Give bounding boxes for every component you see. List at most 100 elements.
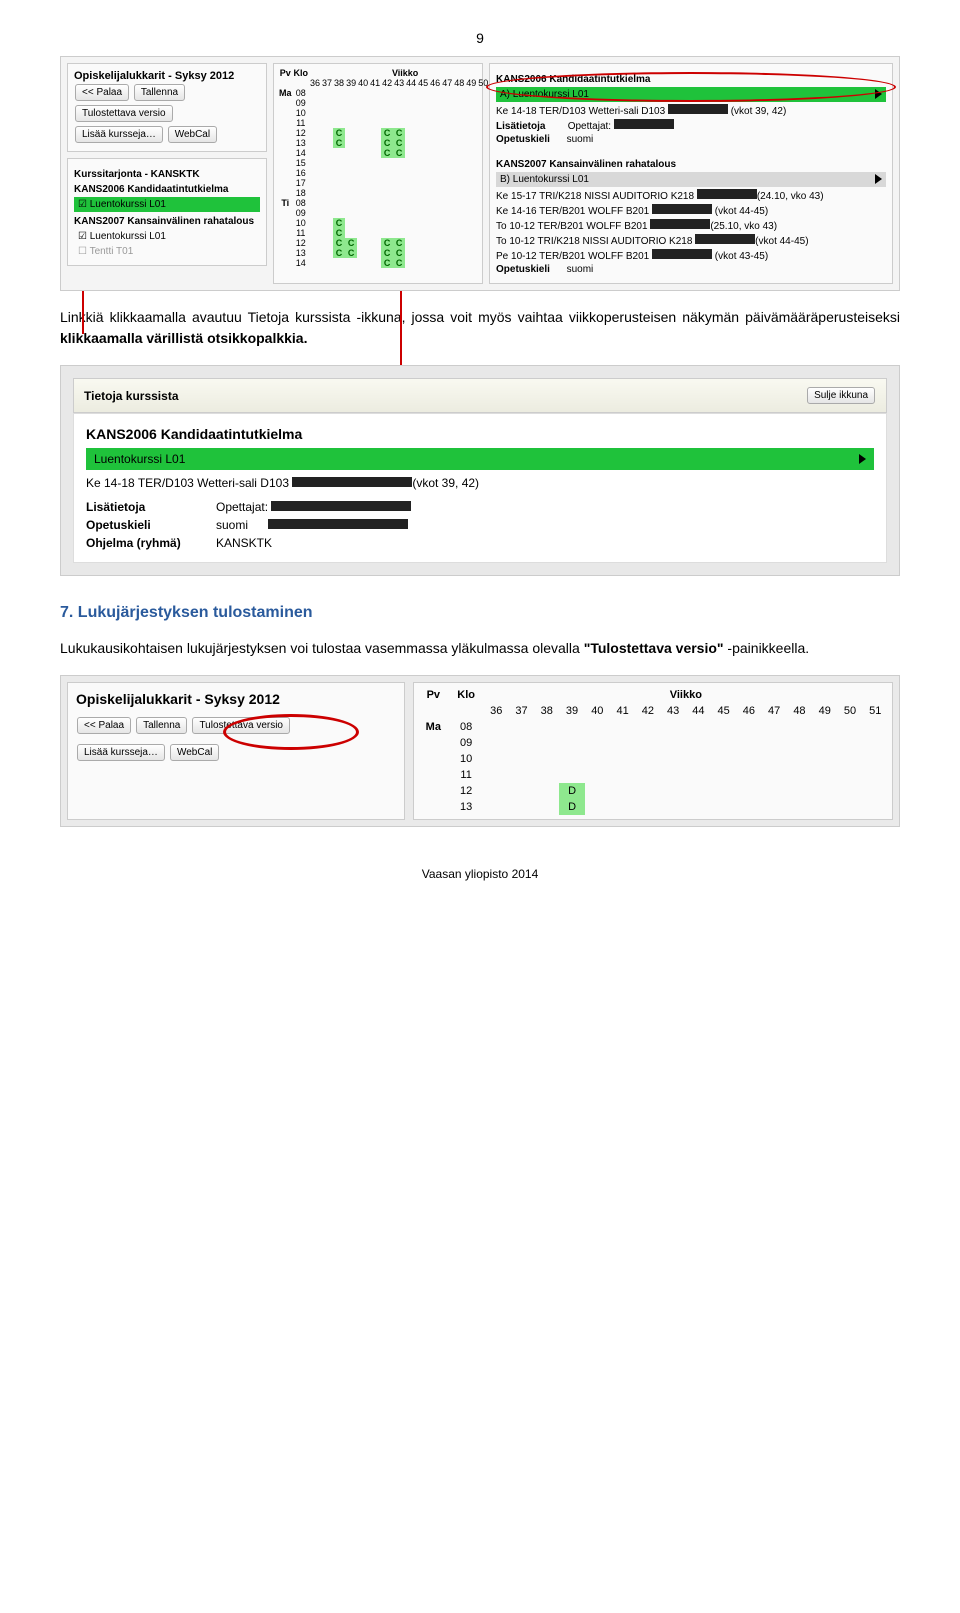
hr: 09 xyxy=(293,98,310,108)
close-button[interactable]: Sulje ikkuna xyxy=(807,387,875,404)
paragraph-2: Lukukausikohtaisen lukujärjestyksen voi … xyxy=(60,638,900,659)
hr: 14 xyxy=(293,258,310,268)
wk: 36 xyxy=(309,78,321,88)
wk: 50 xyxy=(477,78,489,88)
hr: 11 xyxy=(449,767,484,783)
webcal-button[interactable]: WebCal xyxy=(170,744,219,761)
course2-item-label: Luentokurssi L01 xyxy=(90,231,166,242)
wk: 46 xyxy=(429,78,441,88)
right-h1: KANS2006 Kandidaatintutkielma xyxy=(496,74,886,85)
hr: 10 xyxy=(449,751,484,767)
fig2-ohjelma-lab: Ohjelma (ryhmä) xyxy=(86,536,216,550)
hr: 11 xyxy=(293,118,310,128)
back-button[interactable]: << Palaa xyxy=(77,717,131,734)
week-grid: Pv Klo Viikko 36 37 38 39 40 41 42 43 44… xyxy=(273,63,483,284)
wk: 49 xyxy=(812,703,837,719)
hr: 13 xyxy=(449,799,484,815)
right-h2: KANS2007 Kansainvälinen rahatalous xyxy=(496,159,886,170)
hr: 15 xyxy=(293,158,310,168)
course1-item[interactable]: ☑ Luentokurssi L01 xyxy=(74,197,260,212)
wk: 41 xyxy=(369,78,381,88)
right-lect2[interactable]: B) Luentokurssi L01 xyxy=(496,172,886,187)
line1: Ke 14-18 TER/D103 Wetteri-sali D103 (vko… xyxy=(496,104,886,117)
wk: 48 xyxy=(787,703,812,719)
opetuskieli-lab: Opetuskieli xyxy=(496,134,550,145)
save-button[interactable]: Tallenna xyxy=(136,717,187,734)
top-title: Opiskelijalukkarit - Syksy 2012 xyxy=(74,70,260,82)
hr: 09 xyxy=(449,735,484,751)
day: Ti xyxy=(278,198,293,208)
wk: 44 xyxy=(686,703,711,719)
fig2-opetuskieli-lab: Opetuskieli xyxy=(86,518,216,532)
hr: 08 xyxy=(449,719,484,735)
hr: 12 xyxy=(293,238,310,248)
figure-top: Opiskelijalukkarit - Syksy 2012 << Palaa… xyxy=(60,56,900,291)
wk: 41 xyxy=(610,703,635,719)
wk: 40 xyxy=(357,78,369,88)
fig2-ohjelma-val: KANSKTK xyxy=(216,536,874,550)
klo-head: Klo xyxy=(293,68,310,78)
figure-bottom: Opiskelijalukkarit - Syksy 2012 << Palaa… xyxy=(60,675,900,827)
paragraph-1: Linkkiä klikkaamalla avautuu Tietoja kur… xyxy=(60,307,900,349)
lineE: Pe 10-12 TER/B201 WOLFF B201 (vkot 43-45… xyxy=(496,249,886,262)
lect-label: Luentokurssi L01 xyxy=(94,452,185,466)
wk: 47 xyxy=(762,703,787,719)
footer: Vaasan yliopisto 2014 xyxy=(60,867,900,881)
triangle-icon xyxy=(875,89,882,99)
wk: 48 xyxy=(453,78,465,88)
viikko-head: Viikko xyxy=(309,68,501,78)
save-button[interactable]: Tallenna xyxy=(134,84,185,101)
viikko-head: Viikko xyxy=(484,687,888,703)
lineB: Ke 14-16 TER/B201 WOLFF B201 (vkot 44-45… xyxy=(496,204,886,217)
opetuskieli-val2: suomi xyxy=(567,264,594,275)
opettajat-lab: Opettajat: xyxy=(568,121,611,132)
wk: 40 xyxy=(585,703,610,719)
day: Ma xyxy=(278,88,293,98)
wk: 42 xyxy=(635,703,660,719)
wk: 49 xyxy=(465,78,477,88)
hr: 16 xyxy=(293,168,310,178)
course-details-panel: KANS2006 Kandidaatintutkielma A) Luentok… xyxy=(489,63,893,284)
hr: 12 xyxy=(293,128,310,138)
course2-heading: KANS2007 Kansainvälinen rahatalous xyxy=(74,216,260,227)
wk: 47 xyxy=(441,78,453,88)
back-button[interactable]: << Palaa xyxy=(75,84,129,101)
hr: 17 xyxy=(293,178,310,188)
wk: 50 xyxy=(837,703,862,719)
pv-head: Pv xyxy=(418,687,449,703)
wk: 37 xyxy=(321,78,333,88)
course1-heading: KANS2006 Kandidaatintutkielma xyxy=(74,184,260,195)
webcal-button[interactable]: WebCal xyxy=(168,126,217,143)
fig2-course: KANS2006 Kandidaatintutkielma xyxy=(86,426,874,442)
wk: 43 xyxy=(660,703,685,719)
hr: 13 xyxy=(293,138,310,148)
day: Ma xyxy=(418,719,449,735)
course2-item[interactable]: ☑ Luentokurssi L01 xyxy=(74,229,260,244)
wk: 39 xyxy=(345,78,357,88)
print-button[interactable]: Tulostettava versio xyxy=(192,717,290,734)
add-courses-button[interactable]: Lisää kursseja… xyxy=(77,744,165,761)
wk: 51 xyxy=(863,703,888,719)
add-courses-button[interactable]: Lisää kursseja… xyxy=(75,126,163,143)
lect-label: B) Luentokurssi L01 xyxy=(500,174,589,185)
course1-item-label: Luentokurssi L01 xyxy=(90,199,166,210)
page-number: 9 xyxy=(60,30,900,46)
triangle-icon xyxy=(875,174,882,184)
wk: 38 xyxy=(534,703,559,719)
fig2-title: Tietoja kurssista xyxy=(84,389,179,403)
opetuskieli-val: suomi xyxy=(567,134,594,145)
triangle-icon xyxy=(859,454,866,464)
wk: 38 xyxy=(333,78,345,88)
course3-item[interactable]: ☐ Tentti T01 xyxy=(74,244,260,259)
wk: 37 xyxy=(509,703,534,719)
print-button[interactable]: Tulostettava versio xyxy=(75,105,173,122)
wk: 42 xyxy=(381,78,393,88)
heading-7: 7. Lukujärjestyksen tulostaminen xyxy=(60,604,900,622)
hr: 12 xyxy=(449,783,484,799)
hr: 08 xyxy=(293,88,310,98)
bf-title: Opiskelijalukkarit - Syksy 2012 xyxy=(76,691,396,707)
fig2-lect[interactable]: Luentokurssi L01 xyxy=(86,448,874,470)
lineC: To 10-12 TER/B201 WOLFF B201 (25.10, vko… xyxy=(496,219,886,232)
right-lect1[interactable]: A) Luentokurssi L01 xyxy=(496,87,886,102)
hr: 09 xyxy=(293,208,310,218)
